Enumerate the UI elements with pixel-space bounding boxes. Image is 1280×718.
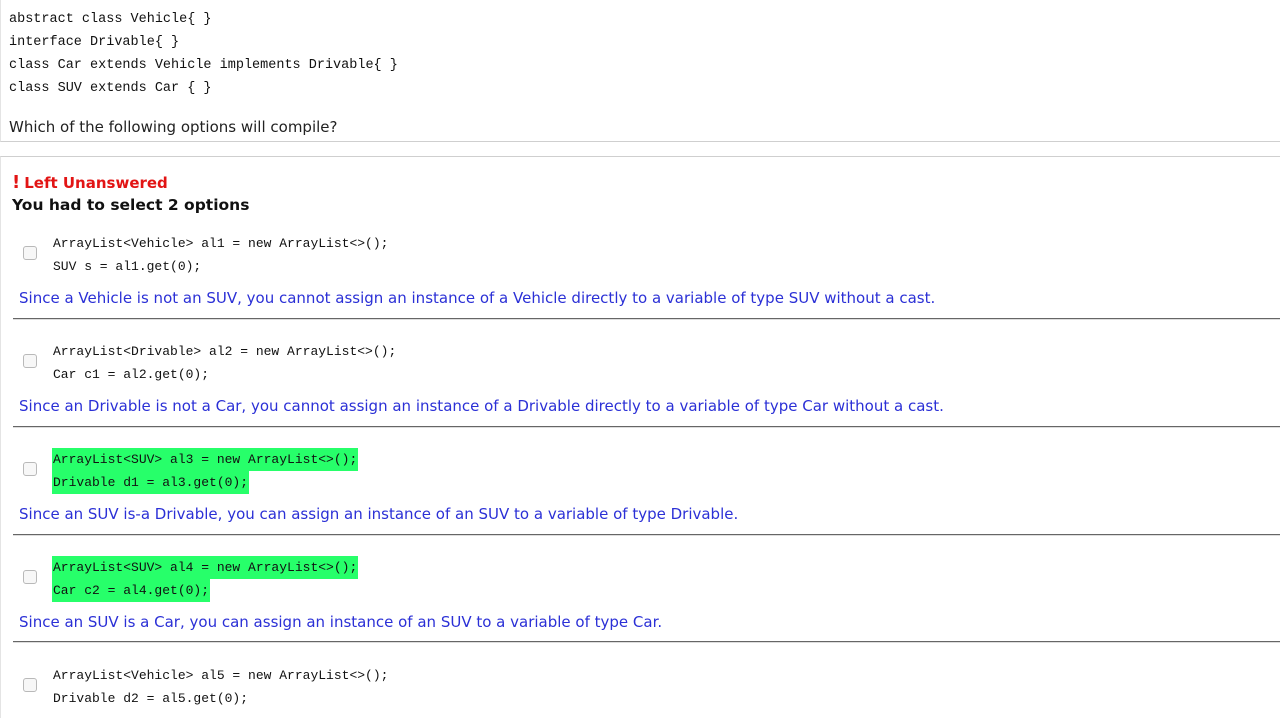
option-explanation: Since an SUV is-a Drivable, you can assi… (19, 505, 739, 523)
correct-code-line: Car c2 = al4.get(0); (52, 579, 211, 602)
code-line: ArrayList<Vehicle> al1 = new ArrayList<>… (53, 236, 389, 251)
option-checkbox[interactable] (23, 246, 37, 260)
code-line: Drivable d2 = al5.get(0); (53, 691, 249, 706)
warning-icon: ! (12, 172, 21, 193)
option-explanation: Since a Vehicle is not an SUV, you canno… (19, 289, 936, 307)
divider (13, 318, 1280, 320)
option-code: ArrayList<SUV> al4 = new ArrayList<>(); … (52, 556, 359, 602)
status-text: Left Unanswered (24, 174, 168, 192)
option-checkbox[interactable] (23, 678, 37, 692)
question-prompt: Which of the following options will comp… (9, 118, 338, 136)
option-code: ArrayList<SUV> al3 = new ArrayList<>(); … (52, 448, 359, 494)
divider (13, 534, 1280, 536)
option-code: ArrayList<Vehicle> al1 = new ArrayList<>… (52, 232, 389, 278)
code-line: ArrayList<Drivable> al2 = new ArrayList<… (53, 344, 397, 359)
question-code: abstract class Vehicle{ } interface Driv… (9, 8, 398, 100)
option-explanation: Since an Drivable is not a Car, you cann… (19, 397, 944, 415)
correct-code-line: ArrayList<SUV> al4 = new ArrayList<>(); (52, 556, 359, 579)
correct-code-line: ArrayList<SUV> al3 = new ArrayList<>(); (52, 448, 359, 471)
divider (13, 641, 1280, 643)
code-line: ArrayList<Vehicle> al5 = new ArrayList<>… (53, 668, 389, 683)
question-panel: abstract class Vehicle{ } interface Driv… (0, 0, 1280, 142)
code-line: abstract class Vehicle{ } (9, 12, 212, 27)
code-line: Car c1 = al2.get(0); (53, 367, 210, 382)
option-explanation: Since an SUV is a Car, you can assign an… (19, 613, 663, 631)
code-line: SUV s = al1.get(0); (53, 259, 202, 274)
divider (13, 426, 1280, 428)
option-checkbox[interactable] (23, 354, 37, 368)
code-line: class SUV extends Car { } (9, 81, 212, 96)
option-code: ArrayList<Drivable> al2 = new ArrayList<… (52, 340, 397, 386)
option-checkbox[interactable] (23, 462, 37, 476)
instruction-text: You had to select 2 options (12, 196, 250, 214)
code-line: class Car extends Vehicle implements Dri… (9, 58, 398, 73)
option-code: ArrayList<Vehicle> al5 = new ArrayList<>… (52, 664, 389, 710)
correct-code-line: Drivable d1 = al3.get(0); (52, 471, 250, 494)
option-checkbox[interactable] (23, 570, 37, 584)
code-line: interface Drivable{ } (9, 35, 180, 50)
status-message: ! Left Unanswered (12, 172, 168, 193)
